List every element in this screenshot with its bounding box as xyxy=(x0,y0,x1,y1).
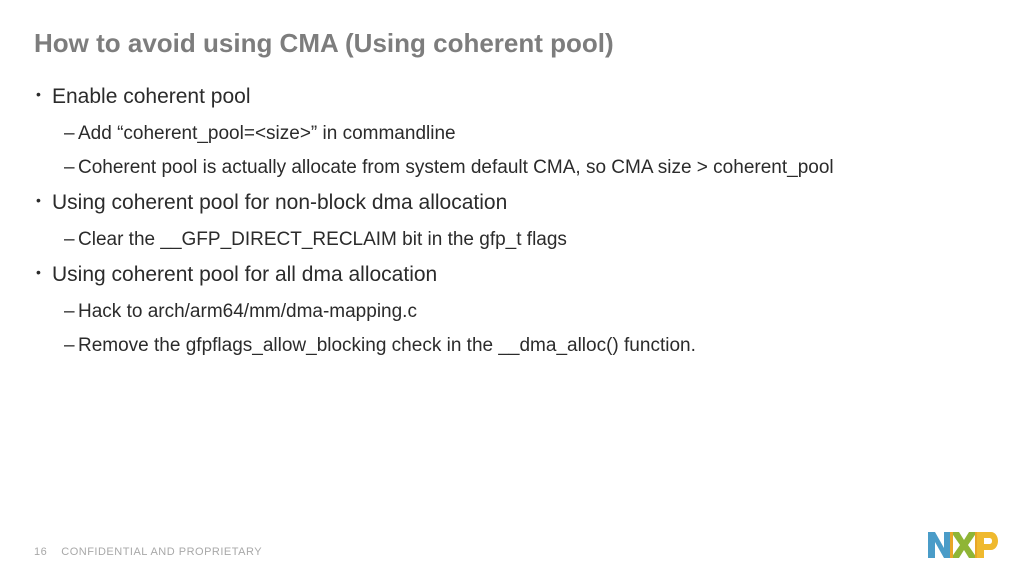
bullet-level2: Hack to arch/arm64/mm/dma-mapping.c xyxy=(78,299,990,325)
bullet-level2: Remove the gfpflags_allow_blocking check… xyxy=(78,333,990,359)
bullet-level2: Coherent pool is actually allocate from … xyxy=(78,155,990,181)
bullet-level2: Add “coherent_pool=<size>” in commandlin… xyxy=(78,121,990,147)
bullet-level2: Clear the __GFP_DIRECT_RECLAIM bit in th… xyxy=(78,227,990,253)
confidential-label: CONFIDENTIAL AND PROPRIETARY xyxy=(61,546,262,558)
bullet-level1: Using coherent pool for non-block dma al… xyxy=(52,189,990,217)
slide-content: Enable coherent pool Add “coherent_pool=… xyxy=(34,83,990,358)
nxp-logo-icon xyxy=(928,528,1000,562)
bullet-level1: Using coherent pool for all dma allocati… xyxy=(52,261,990,289)
slide-title: How to avoid using CMA (Using coherent p… xyxy=(34,28,990,59)
slide-container: How to avoid using CMA (Using coherent p… xyxy=(0,0,1024,576)
slide-footer: 16 CONFIDENTIAL AND PROPRIETARY xyxy=(34,546,262,558)
page-number: 16 xyxy=(34,546,47,558)
bullet-level1: Enable coherent pool xyxy=(52,83,990,111)
